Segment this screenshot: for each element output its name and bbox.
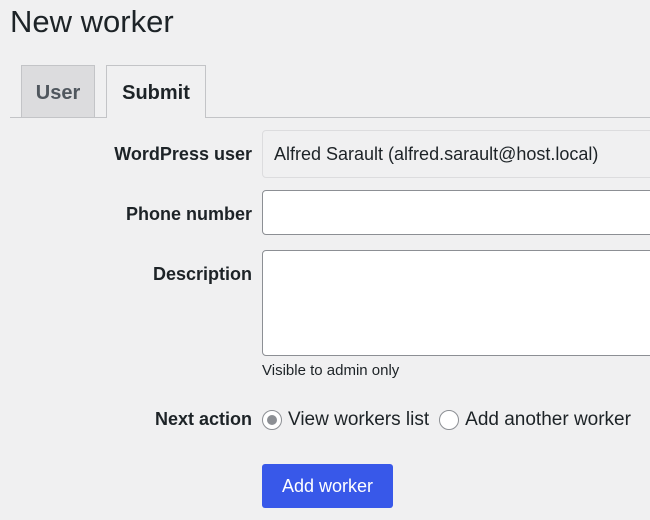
tab-user[interactable]: User xyxy=(21,65,95,117)
description-textarea[interactable] xyxy=(262,250,650,356)
next-action-label: Next action xyxy=(154,409,252,429)
phone-number-label: Phone number xyxy=(125,204,252,224)
tab-submit[interactable]: Submit xyxy=(106,65,206,118)
radio-option-view-workers[interactable]: View workers list xyxy=(262,409,429,431)
radio-option-add-another[interactable]: Add another worker xyxy=(439,409,631,431)
description-label: Description xyxy=(152,264,252,284)
tab-bar: User Submit xyxy=(10,65,650,118)
wordpress-user-label: WordPress user xyxy=(114,144,252,164)
add-worker-button[interactable]: Add worker xyxy=(262,464,393,508)
description-hint: Visible to admin only xyxy=(262,362,400,379)
radio-view-workers-label: View workers list xyxy=(288,409,430,430)
phone-number-input[interactable] xyxy=(262,190,650,235)
radio-add-another-label: Add another worker xyxy=(465,409,631,430)
radio-view-workers[interactable] xyxy=(262,410,282,430)
radio-add-another[interactable] xyxy=(439,410,460,430)
wordpress-user-field: Alfred Sarault (alfred.sarault@host.loca… xyxy=(262,130,650,178)
page-title: New worker xyxy=(10,4,174,39)
next-action-radio-group: View workers list Add another worker xyxy=(262,406,641,434)
